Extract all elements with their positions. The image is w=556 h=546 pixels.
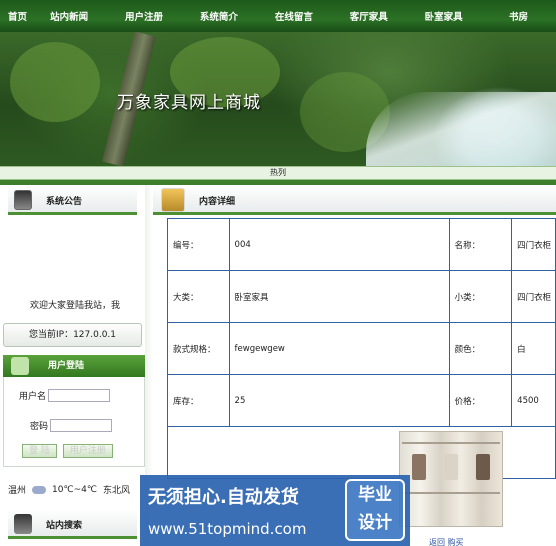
header-banner: 万象家具网上商城 bbox=[0, 32, 556, 166]
weather-temp: 10℃~4℃ bbox=[52, 484, 97, 495]
shelf-decoration bbox=[402, 492, 500, 494]
content-header: 内容详细 bbox=[153, 185, 556, 215]
login-buttons: 登 陆 用户注册 bbox=[22, 444, 113, 458]
foliage-decoration bbox=[10, 42, 100, 122]
watermark-logo-line2: 设计 bbox=[358, 513, 392, 533]
nav-item-home[interactable]: 首页 bbox=[0, 9, 32, 23]
notice-header: 系统公告 bbox=[8, 185, 137, 215]
login-header: 用户登陆 bbox=[3, 355, 145, 377]
clothes-decoration bbox=[412, 454, 426, 480]
nav-item-living-room[interactable]: 客厅家具 bbox=[331, 9, 406, 23]
watermark-logo: 毕业 设计 bbox=[345, 479, 405, 541]
nav-item-bedroom[interactable]: 卧室家具 bbox=[406, 9, 481, 23]
cell-key: 颜色： bbox=[448, 322, 513, 375]
notice-title: 系统公告 bbox=[46, 197, 83, 207]
speaker-icon bbox=[14, 190, 32, 210]
cell-key: 价格： bbox=[448, 374, 513, 427]
cell-key: 小类： bbox=[448, 270, 513, 323]
cell-key: 大类： bbox=[167, 270, 230, 323]
document-icon bbox=[161, 188, 185, 212]
table-row: 款式规格： fewgewgew 颜色： 白 bbox=[167, 322, 556, 375]
notice-panel: 欢迎大家登陆我站，我 bbox=[0, 215, 145, 315]
cloud-icon bbox=[32, 485, 47, 494]
cell-value: 白 bbox=[511, 322, 556, 375]
hot-marquee: 热列 bbox=[0, 166, 556, 180]
clothes-decoration bbox=[476, 454, 490, 480]
username-row: 用户名 bbox=[19, 389, 111, 402]
cell-value: 004 bbox=[228, 218, 450, 271]
watermark-banner: 无须担心.自动发货 www.51topmind.com 毕业 设计 bbox=[140, 475, 410, 546]
top-nav: 首页 站内新闻 用户注册 系统简介 在线留言 客厅家具 卧室家具 书房 bbox=[0, 0, 556, 32]
watermark-logo-line1: 毕业 bbox=[358, 485, 392, 505]
password-label: 密码 bbox=[30, 422, 49, 432]
nav-item-about[interactable]: 系统简介 bbox=[181, 9, 256, 23]
left-sidebar: 系统公告 欢迎大家登陆我站，我 您当前IP：127.0.0.1 用户登陆 用户名… bbox=[0, 185, 145, 546]
waterfall-decoration bbox=[366, 92, 556, 166]
login-title: 用户登陆 bbox=[48, 361, 85, 371]
search-header: 站内搜索 bbox=[8, 509, 137, 539]
nav-item-guestbook[interactable]: 在线留言 bbox=[256, 9, 331, 23]
cell-value: 4500 bbox=[511, 374, 556, 427]
login-button[interactable]: 登 陆 bbox=[22, 444, 57, 458]
notice-text: 欢迎大家登陆我站，我 bbox=[30, 301, 121, 311]
table-row: 编号： 004 名称： 四门衣柜 bbox=[167, 218, 556, 271]
password-row: 密码 bbox=[30, 419, 113, 432]
speaker-icon bbox=[14, 514, 32, 534]
content-title: 内容详细 bbox=[199, 197, 236, 207]
nav-item-news[interactable]: 站内新闻 bbox=[32, 9, 107, 23]
cell-value: fewgewgew bbox=[228, 322, 450, 375]
login-form: 用户名 密码 登 陆 用户注册 bbox=[3, 377, 145, 467]
cell-key: 编号： bbox=[167, 218, 230, 271]
cell-key: 款式规格： bbox=[167, 322, 230, 375]
table-row: 大类： 卧室家具 小类： 四门衣柜 bbox=[167, 270, 556, 323]
user-icon bbox=[11, 357, 29, 375]
shelf-decoration bbox=[402, 442, 500, 444]
password-input[interactable] bbox=[50, 419, 113, 432]
back-buy-links[interactable]: 返回 购买 bbox=[429, 537, 464, 546]
product-image bbox=[399, 431, 503, 527]
cell-value: 四门衣柜 bbox=[511, 218, 556, 271]
nav-item-register[interactable]: 用户注册 bbox=[107, 9, 182, 23]
weather-wind: 东北风 bbox=[102, 486, 130, 496]
watermark-line1: 无须担心.自动发货 bbox=[148, 487, 299, 508]
username-input[interactable] bbox=[48, 389, 111, 402]
cell-key: 名称： bbox=[448, 218, 513, 271]
cell-value: 四门衣柜 bbox=[511, 270, 556, 323]
clothes-decoration bbox=[444, 454, 458, 480]
register-button[interactable]: 用户注册 bbox=[62, 444, 113, 458]
weather-widget: 温州 10℃~4℃ 东北风 bbox=[8, 483, 130, 497]
cell-value: 卧室家具 bbox=[228, 270, 450, 323]
table-row: 库存： 25 价格： 4500 bbox=[167, 374, 556, 427]
search-title: 站内搜索 bbox=[46, 521, 83, 531]
nav-item-study[interactable]: 书房 bbox=[481, 9, 556, 23]
username-label: 用户名 bbox=[19, 392, 47, 402]
weather-city: 温州 bbox=[8, 486, 27, 496]
site-title: 万象家具网上商城 bbox=[117, 93, 261, 113]
cell-value: 25 bbox=[228, 374, 450, 427]
watermark-line2: www.51topmind.com bbox=[148, 520, 307, 538]
ip-display: 您当前IP：127.0.0.1 bbox=[3, 323, 142, 347]
cell-key: 库存： bbox=[167, 374, 230, 427]
